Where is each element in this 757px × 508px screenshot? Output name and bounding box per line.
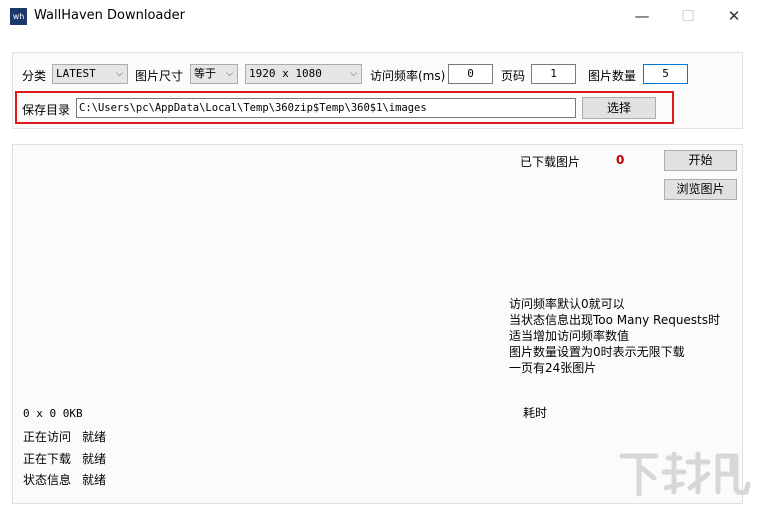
minimize-button[interactable]: —	[619, 0, 665, 32]
frequency-input[interactable]: 0	[448, 64, 493, 84]
elapsed-label: 耗时	[523, 406, 548, 420]
status-value: 就绪	[82, 473, 107, 487]
chevron-down-icon: ⌵	[350, 69, 357, 79]
category-label: 分类	[22, 69, 47, 83]
app-icon: wh	[10, 8, 27, 25]
downloaded-label: 已下载图片	[520, 155, 581, 169]
downloaded-count: 0	[616, 153, 625, 167]
close-button[interactable]: ✕	[711, 0, 757, 32]
tip-line: 适当增加访问频率数值	[509, 329, 630, 343]
size-info: 0 x 0 0KB	[23, 407, 83, 420]
tip-line: 访问频率默认0就可以	[509, 297, 625, 311]
count-label: 图片数量	[588, 69, 637, 83]
size-label: 图片尺寸	[135, 69, 184, 83]
resolution-select[interactable]: 1920 x 1080 ⌵	[245, 64, 362, 84]
start-button[interactable]: 开始	[664, 150, 737, 171]
visiting-label: 正在访问	[23, 430, 72, 444]
visiting-value: 就绪	[82, 430, 107, 444]
size-operator-value: 等于	[194, 67, 216, 80]
tip-line: 当状态信息出现Too Many Requests时	[509, 313, 721, 327]
frequency-label: 访问频率(ms)	[370, 69, 446, 83]
highlight-box	[15, 91, 674, 124]
tips-list: 访问频率默认0就可以 当状态信息出现Too Many Requests时 适当增…	[509, 296, 720, 376]
page-label: 页码	[501, 69, 526, 83]
count-input[interactable]: 5	[643, 64, 688, 84]
status-label: 状态信息	[23, 473, 72, 487]
maximize-button[interactable]: ☐	[665, 0, 711, 32]
page-input[interactable]: 1	[531, 64, 576, 84]
watermark-logo	[619, 451, 751, 497]
window-title: WallHaven Downloader	[34, 8, 185, 23]
size-operator-select[interactable]: 等于 ⌵	[190, 64, 238, 84]
title-bar: wh WallHaven Downloader — ☐ ✕	[0, 0, 757, 32]
downloading-label: 正在下载	[23, 452, 72, 466]
browse-button[interactable]: 浏览图片	[664, 179, 737, 200]
downloading-value: 就绪	[82, 452, 107, 466]
tip-line: 一页有24张图片	[509, 361, 597, 375]
tip-line: 图片数量设置为0时表示无限下载	[509, 345, 685, 359]
category-select-value: LATEST	[56, 67, 96, 80]
chevron-down-icon: ⌵	[116, 69, 123, 79]
category-select[interactable]: LATEST ⌵	[52, 64, 128, 84]
chevron-down-icon: ⌵	[226, 69, 233, 79]
resolution-value: 1920 x 1080	[249, 67, 322, 80]
